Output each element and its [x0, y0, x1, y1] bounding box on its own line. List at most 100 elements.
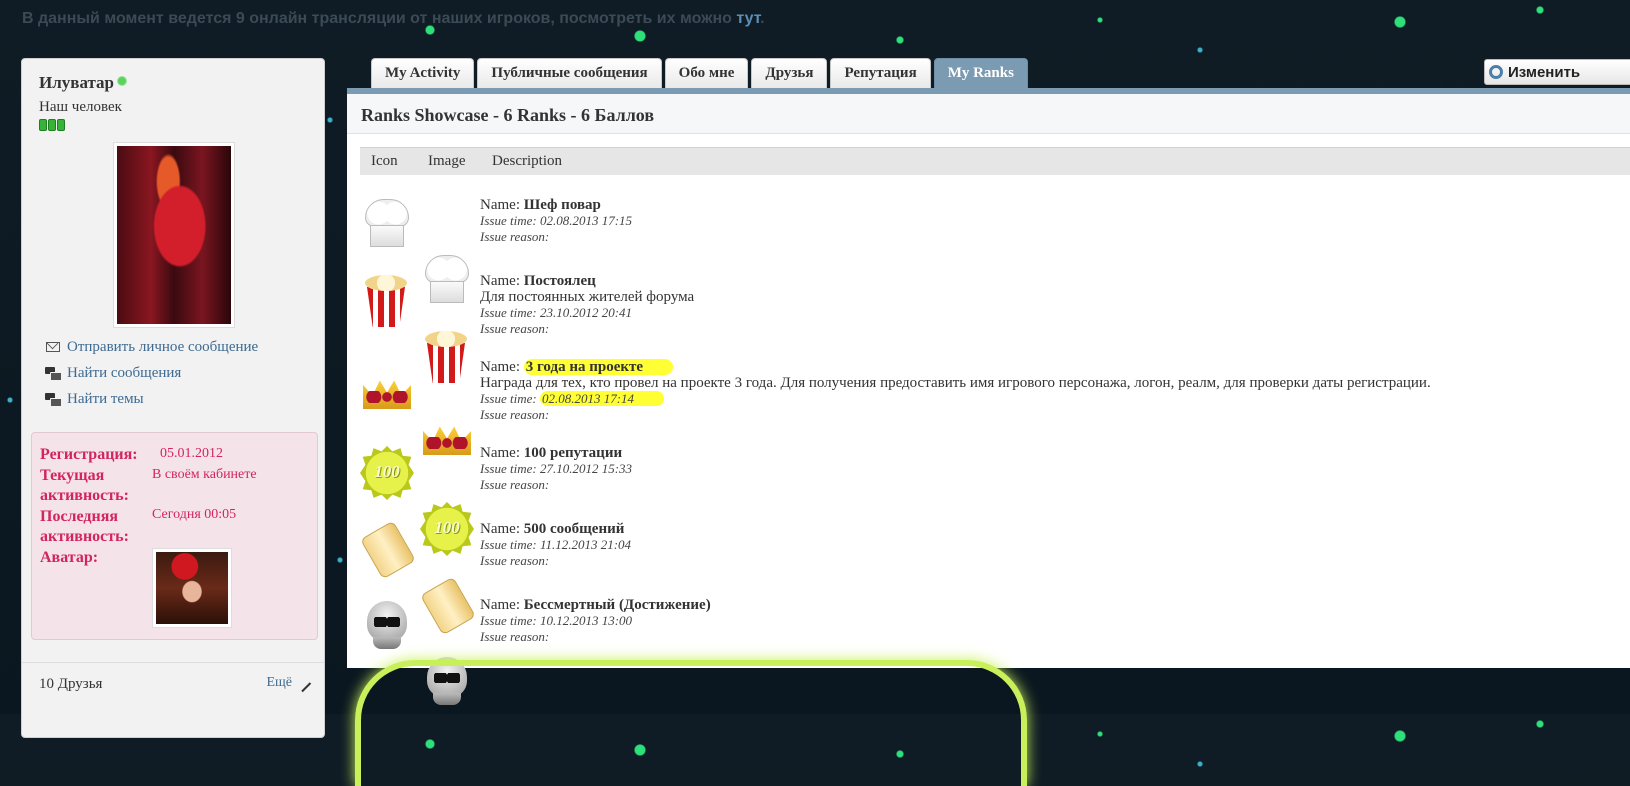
rank-description: Name: 100 репутации Issue time: 27.10.20…: [480, 445, 632, 493]
stream-notice-link[interactable]: тут: [736, 10, 760, 27]
rank-name: 3 года на проекте: [523, 359, 674, 375]
reg-label: Регистрация:: [40, 446, 138, 463]
chat-bubbles-icon: [44, 366, 62, 381]
profile-info-box: Регистрация: 05.01.2012 Текущая активнос…: [31, 432, 318, 640]
tab-my-activity[interactable]: My Activity: [371, 58, 475, 88]
rank-row: Name: 3 года на проекте Награда для тех,…: [347, 359, 1630, 449]
current-activity-label-1: Текущая: [40, 467, 105, 484]
divider: [22, 662, 324, 663]
friends-more-label: Ещё: [266, 675, 292, 690]
last-activity-label-1: Последняя: [40, 508, 119, 525]
rank-row: 100 100 Name: 100 репутации Issue time: …: [347, 445, 1630, 537]
issue-reason-label: Issue reason:: [480, 477, 550, 492]
seal-number: 100: [374, 462, 400, 481]
issue-time-label: Issue time:: [480, 613, 540, 628]
profile-avatar[interactable]: [113, 142, 235, 328]
stream-notice: В данный момент ведется 9 онлайн трансля…: [22, 10, 765, 28]
issue-time: 11.12.2013 21:04: [539, 537, 632, 552]
rank-name-label: Name:: [480, 197, 524, 213]
issue-reason-label: Issue reason:: [480, 229, 550, 244]
issue-time-label: Issue time:: [480, 461, 540, 476]
rank-row: Name: Постоялец Для постоянных жителей ф…: [347, 273, 1630, 347]
find-threads-label: Найти темы: [67, 390, 144, 407]
gear-icon: [1489, 65, 1503, 79]
rank-name: Постоялец: [523, 273, 596, 289]
popcorn-icon: [359, 273, 415, 329]
rank-name-label: Name:: [480, 597, 524, 613]
rank-row: Name: 500 сообщений Issue time: 11.12.20…: [347, 521, 1630, 591]
profile-actions: Отправить личное сообщение Найти сообщен…: [44, 334, 258, 412]
rank-name: Шеф повар: [523, 197, 601, 213]
rank-name-label: Name:: [480, 521, 524, 537]
rank-description: Name: Бессмертный (Достижение) Issue tim…: [480, 597, 711, 645]
panel-header: Ranks Showcase - 6 Ranks - 6 Баллов: [347, 94, 1630, 134]
issue-time-label: Issue time:: [480, 213, 540, 228]
rank-desc: Для постоянных жителей форума: [480, 289, 695, 305]
rank-description: Name: Шеф повар Issue time: 02.08.2013 1…: [480, 197, 632, 245]
rank-desc: Награда для тех, кто провел на проекте 3…: [480, 375, 1431, 391]
chat-bubbles-icon: [44, 392, 62, 407]
chef-hat-icon: [359, 197, 415, 253]
issue-time-label: Issue time:: [480, 391, 540, 406]
issue-time: 23.10.2012 20:41: [539, 305, 633, 320]
mini-avatar[interactable]: [152, 548, 232, 628]
panel-title: Ranks Showcase - 6 Ranks - 6 Баллов: [361, 105, 655, 125]
reg-value: 05.01.2012: [160, 446, 223, 461]
crown-icon: [359, 365, 415, 421]
user-title: Наш человек: [39, 99, 122, 115]
rank-name-label: Name:: [480, 445, 524, 461]
online-status-icon: [117, 76, 128, 86]
envelope-icon: [44, 340, 62, 354]
last-activity-label-2: активность:: [40, 528, 129, 545]
stream-notice-text: В данный момент ведется 9 онлайн трансля…: [22, 10, 737, 27]
issue-reason-label: Issue reason:: [480, 407, 550, 422]
issue-reason-label: Issue reason:: [480, 553, 550, 568]
send-pm-link[interactable]: Отправить личное сообщение: [44, 334, 258, 360]
ranks-table-header: Icon Image Description: [360, 147, 1630, 175]
issue-time-label: Issue time:: [480, 537, 540, 552]
tab-my-ranks[interactable]: My Ranks: [933, 58, 1028, 88]
issue-time: 27.10.2012 15:33: [539, 461, 633, 476]
skull-icon: [359, 597, 415, 653]
reputation-bar: [39, 119, 65, 131]
current-activity-label-2: активность:: [40, 487, 129, 504]
edit-profile-label: Изменить: [1508, 63, 1581, 81]
rank-name: 100 репутации: [523, 445, 623, 461]
avatar-label: Аватар:: [40, 549, 99, 566]
scroll-icon: [359, 521, 415, 577]
rank-name-label: Name:: [480, 273, 524, 289]
col-description: Description: [492, 153, 562, 169]
find-threads-link[interactable]: Найти темы: [44, 386, 258, 412]
rank-name-label: Name:: [480, 359, 524, 375]
col-image: Image: [428, 153, 466, 169]
issue-time-label: Issue time:: [480, 305, 540, 320]
rank-description: Name: 500 сообщений Issue time: 11.12.20…: [480, 521, 631, 569]
rank-description: Name: 3 года на проекте Награда для тех,…: [480, 359, 1431, 423]
issue-time: 02.08.2013 17:14: [539, 391, 665, 406]
edit-profile-button[interactable]: Изменить: [1484, 59, 1630, 85]
tab-friends[interactable]: Друзья: [751, 58, 828, 88]
tab-public-messages[interactable]: Публичные сообщения: [477, 58, 662, 88]
col-icon: Icon: [371, 153, 398, 169]
last-activity-value: Сегодня 00:05: [152, 507, 237, 522]
tab-reputation[interactable]: Репутация: [830, 58, 931, 88]
pencil-icon: [292, 673, 312, 693]
friends-more-link[interactable]: Ещё: [266, 673, 312, 693]
rank-row: Name: Бессмертный (Достижение) Issue tim…: [347, 597, 1630, 705]
username-text: Илуватар: [39, 73, 115, 92]
rank-name: Бессмертный (Достижение): [523, 597, 711, 613]
issue-reason-label: Issue reason:: [480, 321, 550, 336]
rank-description: Name: Постоялец Для постоянных жителей ф…: [480, 273, 694, 337]
friends-title: 10 Друзья: [39, 676, 103, 692]
current-activity-value: В своём кабинете: [152, 467, 257, 482]
issue-time: 10.12.2013 13:00: [539, 613, 633, 628]
find-posts-link[interactable]: Найти сообщения: [44, 360, 258, 386]
find-posts-label: Найти сообщения: [67, 364, 182, 381]
issue-time: 02.08.2013 17:15: [539, 213, 633, 228]
rank-row: Name: Шеф повар Issue time: 02.08.2013 1…: [347, 197, 1630, 303]
ranks-panel: Ranks Showcase - 6 Ranks - 6 Баллов Icon…: [347, 88, 1630, 705]
send-pm-label: Отправить личное сообщение: [67, 338, 259, 355]
issue-reason-label: Issue reason:: [480, 629, 550, 644]
tab-about-me[interactable]: Обо мне: [664, 58, 749, 88]
seal-100-icon: 100: [359, 445, 415, 501]
